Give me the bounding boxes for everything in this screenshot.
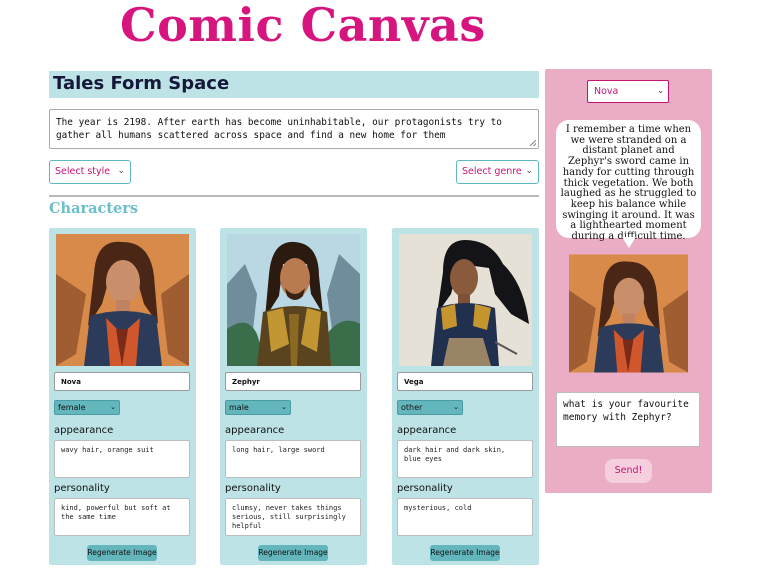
chat-panel: Nova ⌄ I remember a time when we were st… [545, 69, 712, 493]
chevron-down-icon: ⌄ [281, 403, 287, 411]
regenerate-image-button[interactable]: Regenerate Image [87, 545, 157, 561]
character-portrait-nova [56, 234, 189, 366]
story-textarea[interactable]: The year is 2198. After earth has become… [49, 109, 539, 149]
appearance-input[interactable]: wavy hair, orange suit [54, 440, 190, 478]
character-card-zephyr: Zephyr male ⌄ appearance long hair, larg… [220, 228, 367, 565]
appearance-input[interactable]: dark hair and dark skin, blue eyes [397, 440, 533, 478]
genre-select-value: Select genre [462, 166, 522, 177]
chat-character-select[interactable]: Nova ⌄ [587, 80, 669, 103]
appearance-label: appearance [397, 425, 457, 436]
personality-label: personality [397, 483, 453, 494]
story-text: The year is 2198. After earth has become… [56, 117, 502, 141]
gender-select-value: male [229, 403, 249, 412]
chevron-down-icon: ⌄ [525, 166, 533, 176]
character-portrait-zephyr [227, 234, 360, 366]
personality-input[interactable]: mysterious, cold [397, 498, 533, 536]
character-card-vega: Vega other ⌄ appearance dark hair and da… [392, 228, 539, 565]
chat-message-input[interactable]: what is your favourite memory with Zephy… [556, 392, 700, 447]
gender-select-value: female [58, 403, 86, 412]
appearance-label: appearance [225, 425, 285, 436]
appearance-label: appearance [54, 425, 114, 436]
character-name-input[interactable]: Vega [397, 372, 533, 391]
chevron-down-icon: ⌄ [110, 403, 116, 411]
chevron-down-icon: ⌄ [453, 403, 459, 411]
chevron-down-icon: ⌄ [117, 166, 125, 176]
chat-character-portrait [569, 254, 688, 373]
speech-bubble-tail [622, 237, 636, 248]
resize-grip-icon[interactable] [530, 140, 536, 146]
gender-select[interactable]: female ⌄ [54, 400, 120, 415]
chat-character-select-value: Nova [594, 86, 619, 97]
style-select-value: Select style [55, 166, 111, 177]
personality-input[interactable]: clumsy, never takes things serious, stil… [225, 498, 361, 536]
regenerate-image-button[interactable]: Regenerate Image [258, 545, 328, 561]
send-button[interactable]: Send! [605, 459, 652, 483]
gender-select-value: other [401, 403, 423, 412]
speech-bubble: I remember a time when we were stranded … [556, 120, 701, 242]
story-title: Tales Form Space [53, 73, 230, 94]
regenerate-image-button[interactable]: Regenerate Image [430, 545, 500, 561]
story-title-bar: Tales Form Space [49, 71, 539, 98]
chevron-down-icon: ⌄ [657, 86, 664, 95]
gender-select[interactable]: male ⌄ [225, 400, 291, 415]
style-select[interactable]: Select style ⌄ [49, 160, 131, 184]
gender-select[interactable]: other ⌄ [397, 400, 463, 415]
character-card-nova: Nova female ⌄ appearance wavy hair, oran… [49, 228, 196, 565]
character-name-input[interactable]: Nova [54, 372, 190, 391]
personality-label: personality [225, 483, 281, 494]
personality-input[interactable]: kind, powerful but soft at the same time [54, 498, 190, 536]
characters-heading: Characters [49, 200, 139, 217]
personality-label: personality [54, 483, 110, 494]
app-title: Comic Canvas [120, 0, 486, 52]
appearance-input[interactable]: long hair, large sword [225, 440, 361, 478]
divider [49, 195, 539, 197]
genre-select[interactable]: Select genre ⌄ [456, 160, 539, 184]
character-name-input[interactable]: Zephyr [225, 372, 361, 391]
character-portrait-vega [399, 234, 532, 366]
